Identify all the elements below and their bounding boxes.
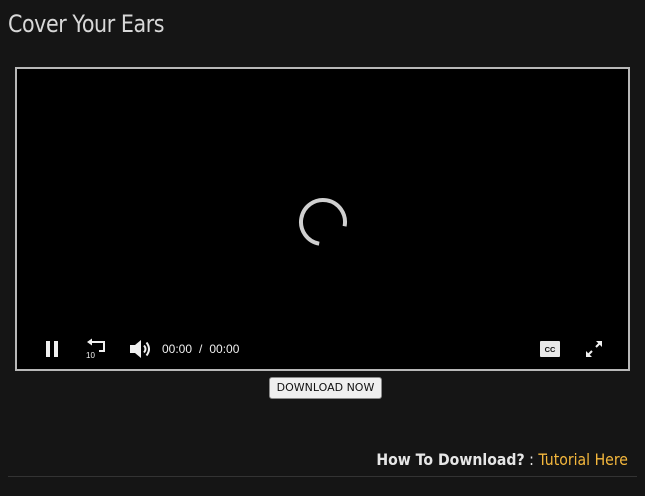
volume-button[interactable]: [127, 337, 153, 361]
duration-time: 00:00: [209, 342, 240, 356]
time-display: 00:00 / 00:00: [162, 342, 239, 356]
rewind-10-icon: 10: [86, 338, 105, 360]
player-controls: 10 00:00 / 00:00 CC: [17, 329, 628, 369]
page-title: Cover Your Ears: [8, 10, 165, 38]
how-to-download-label: How To Download?: [376, 450, 525, 469]
current-time: 00:00: [162, 342, 193, 356]
cc-label: CC: [545, 345, 556, 354]
captions-button[interactable]: CC: [539, 337, 561, 361]
tutorial-link[interactable]: Tutorial Here: [538, 450, 628, 469]
page: Cover Your Ears 10 00:00 / 00:00 CC DOWN…: [0, 0, 645, 496]
rewind-button[interactable]: 10: [83, 337, 109, 361]
volume-icon: [130, 340, 150, 358]
loading-spinner-icon: [299, 198, 347, 246]
rewind-seconds-label: 10: [86, 351, 95, 360]
time-separator: /: [199, 342, 203, 356]
fullscreen-icon: [586, 341, 602, 357]
cc-icon: CC: [540, 341, 560, 357]
video-player[interactable]: 10 00:00 / 00:00 CC: [15, 67, 630, 371]
how-to-download: How To Download? : Tutorial Here: [376, 450, 628, 469]
footer-divider: [8, 476, 637, 477]
pause-icon: [46, 341, 58, 357]
fullscreen-button[interactable]: [583, 337, 605, 361]
how-to-colon: :: [524, 450, 539, 469]
download-now-button[interactable]: DOWNLOAD NOW: [269, 377, 382, 399]
pause-button[interactable]: [41, 337, 63, 361]
